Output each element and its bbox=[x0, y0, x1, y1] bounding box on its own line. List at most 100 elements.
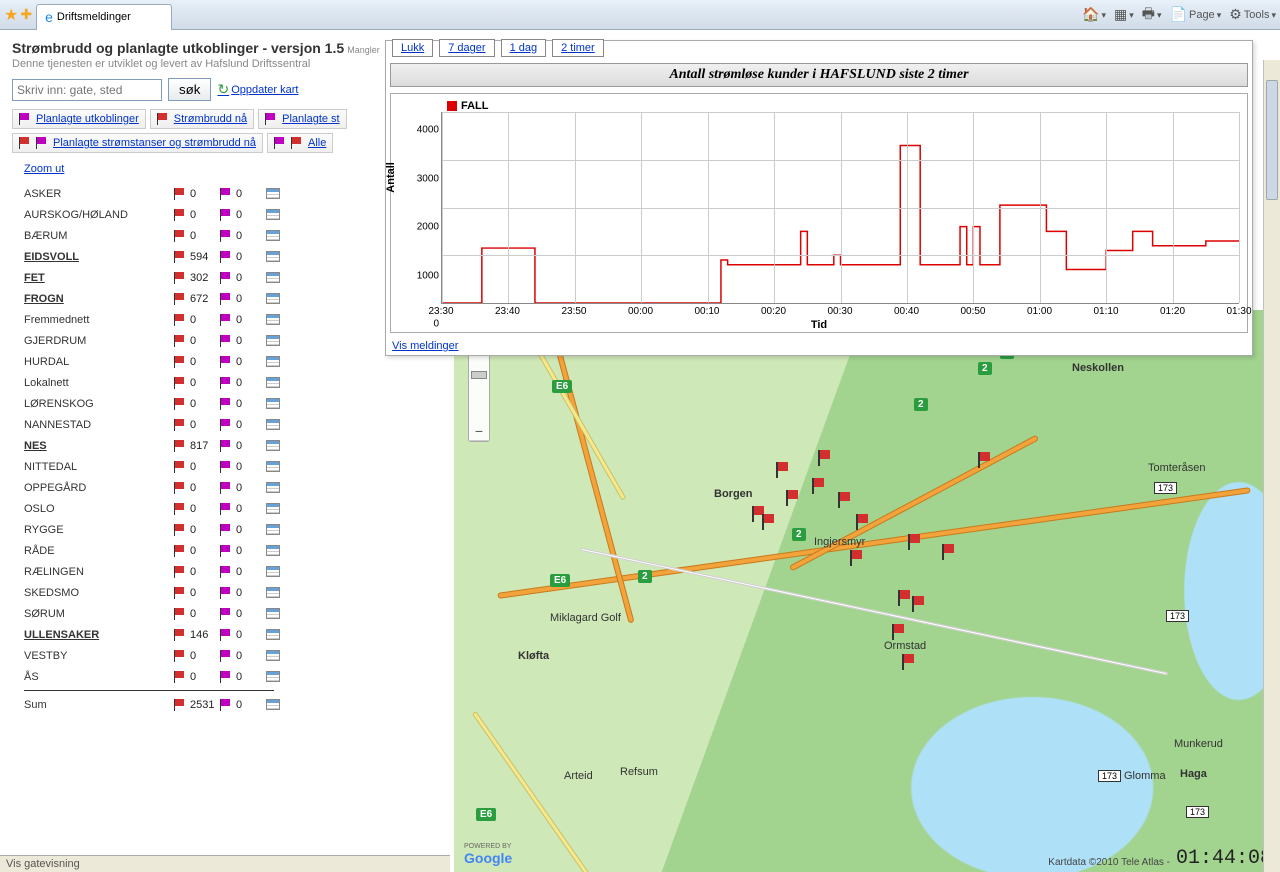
list-icon[interactable] bbox=[266, 251, 280, 262]
municipality-row[interactable]: SØRUM00 bbox=[24, 603, 438, 624]
list-icon[interactable] bbox=[266, 272, 280, 283]
list-icon[interactable] bbox=[266, 356, 280, 367]
list-icon[interactable] bbox=[266, 503, 280, 514]
outage-flag-icon[interactable] bbox=[910, 596, 928, 612]
tools-menu[interactable]: ⚙Tools bbox=[1229, 6, 1276, 23]
outage-flag-icon[interactable] bbox=[900, 654, 918, 670]
municipality-row[interactable]: RÅDE00 bbox=[24, 540, 438, 561]
municipality-row[interactable]: RÆLINGEN00 bbox=[24, 561, 438, 582]
list-icon[interactable] bbox=[266, 566, 280, 577]
municipality-row[interactable]: OPPEGÅRD00 bbox=[24, 477, 438, 498]
list-icon[interactable] bbox=[266, 650, 280, 661]
municipality-row[interactable]: Lokalnett00 bbox=[24, 372, 438, 393]
list-icon[interactable] bbox=[266, 398, 280, 409]
municipality-row[interactable]: VESTBY00 bbox=[24, 645, 438, 666]
municipality-row[interactable]: NANNESTAD00 bbox=[24, 414, 438, 435]
list-icon[interactable] bbox=[266, 671, 280, 682]
outage-flag-icon[interactable] bbox=[760, 514, 778, 530]
filter-all[interactable]: Alle bbox=[267, 133, 333, 153]
home-menu[interactable]: 🏠 bbox=[1082, 6, 1106, 23]
outage-flag-icon[interactable] bbox=[836, 492, 854, 508]
municipality-row[interactable]: GJERDRUM00 bbox=[24, 330, 438, 351]
outage-flag-icon[interactable] bbox=[816, 450, 834, 466]
vertical-scrollbar[interactable] bbox=[1263, 60, 1280, 872]
browser-tab[interactable]: e Driftsmeldinger bbox=[36, 4, 172, 30]
update-map-link[interactable]: ↻ Oppdater kart bbox=[217, 81, 298, 98]
outage-flag-icon[interactable] bbox=[810, 478, 828, 494]
outage-flag-icon[interactable] bbox=[854, 514, 872, 530]
filter-planned[interactable]: Planlagte utkoblinger bbox=[12, 109, 146, 129]
list-icon[interactable] bbox=[266, 587, 280, 598]
municipality-name: Lokalnett bbox=[24, 377, 174, 389]
municipality-name: NANNESTAD bbox=[24, 419, 174, 431]
chart-tab-1d[interactable]: 1 dag bbox=[501, 39, 547, 57]
feeds-menu[interactable]: ▦ bbox=[1114, 6, 1134, 23]
list-icon[interactable] bbox=[266, 629, 280, 640]
list-icon[interactable] bbox=[266, 524, 280, 535]
print-menu[interactable]: 🖶 bbox=[1142, 3, 1162, 27]
list-icon[interactable] bbox=[266, 482, 280, 493]
municipality-row[interactable]: ASKER00 bbox=[24, 183, 438, 204]
zoom-out-link[interactable]: Zoom ut bbox=[24, 163, 64, 175]
vis-meldinger-link[interactable]: Vis meldinger bbox=[386, 337, 464, 355]
flag-purple-icon bbox=[220, 356, 234, 368]
list-icon[interactable] bbox=[266, 188, 280, 199]
list-icon[interactable] bbox=[266, 230, 280, 241]
filter-planned-and-now[interactable]: Planlagte strømstanser og strømbrudd nå bbox=[12, 133, 263, 153]
flag-red-icon bbox=[174, 671, 188, 683]
municipality-row[interactable]: HURDAL00 bbox=[24, 351, 438, 372]
list-icon[interactable] bbox=[266, 608, 280, 619]
municipality-row[interactable]: FET3020 bbox=[24, 267, 438, 288]
municipality-row[interactable]: AURSKOG/HØLAND00 bbox=[24, 204, 438, 225]
list-icon[interactable] bbox=[266, 293, 280, 304]
municipality-row[interactable]: NITTEDAL00 bbox=[24, 456, 438, 477]
municipality-row[interactable]: ÅS00 bbox=[24, 666, 438, 687]
list-icon[interactable] bbox=[266, 377, 280, 388]
filter-planned-st[interactable]: Planlagte st bbox=[258, 109, 346, 129]
municipality-row[interactable]: OSLO00 bbox=[24, 498, 438, 519]
favorites-star-icon[interactable]: ★ bbox=[4, 5, 18, 25]
municipality-row[interactable]: EIDSVOLL5940 bbox=[24, 246, 438, 267]
outage-flag-icon[interactable] bbox=[906, 534, 924, 550]
outage-flag-icon[interactable] bbox=[940, 544, 958, 560]
search-input[interactable] bbox=[12, 79, 162, 101]
outage-flag-icon[interactable] bbox=[784, 490, 802, 506]
list-icon[interactable] bbox=[266, 209, 280, 220]
list-icon[interactable] bbox=[266, 314, 280, 325]
add-favorite-icon[interactable]: ✚ bbox=[20, 6, 32, 23]
municipality-row[interactable]: NES8170 bbox=[24, 435, 438, 456]
road-shield-e6: E6 bbox=[552, 380, 572, 393]
outage-flag-icon[interactable] bbox=[848, 550, 866, 566]
list-icon[interactable] bbox=[266, 461, 280, 472]
chart-tab-7d[interactable]: 7 dager bbox=[439, 39, 494, 57]
municipality-row[interactable]: Fremmednett00 bbox=[24, 309, 438, 330]
flag-purple-icon bbox=[220, 230, 234, 242]
list-icon[interactable] bbox=[266, 699, 280, 710]
page-menu[interactable]: 📄Page bbox=[1170, 6, 1222, 23]
municipality-row[interactable]: ULLENSAKER1460 bbox=[24, 624, 438, 645]
municipality-row[interactable]: BÆRUM00 bbox=[24, 225, 438, 246]
zoom-handle[interactable] bbox=[471, 371, 487, 379]
list-icon[interactable] bbox=[266, 335, 280, 346]
outage-flag-icon[interactable] bbox=[976, 452, 994, 468]
purple-count: 0 bbox=[236, 671, 258, 683]
outage-flag-icon[interactable] bbox=[774, 462, 792, 478]
chart-tab-close[interactable]: Lukk bbox=[392, 39, 433, 57]
purple-count: 0 bbox=[236, 293, 258, 305]
scrollbar-thumb[interactable] bbox=[1266, 80, 1278, 200]
chart-tab-2h[interactable]: 2 timer bbox=[552, 39, 604, 57]
municipality-row[interactable]: LØRENSKOG00 bbox=[24, 393, 438, 414]
municipality-row[interactable]: FROGN6720 bbox=[24, 288, 438, 309]
municipality-row[interactable]: RYGGE00 bbox=[24, 519, 438, 540]
filter-outage-now[interactable]: Strømbrudd nå bbox=[150, 109, 254, 129]
list-icon[interactable] bbox=[266, 419, 280, 430]
municipality-row[interactable]: SKEDSMO00 bbox=[24, 582, 438, 603]
map[interactable]: E6 E6 E6 2 2 2 2 2 173 173 173 173 Nesko… bbox=[454, 310, 1280, 872]
red-count: 817 bbox=[190, 440, 212, 452]
map-label: Ormstad bbox=[884, 640, 926, 652]
list-icon[interactable] bbox=[266, 440, 280, 451]
outage-flag-icon[interactable] bbox=[890, 624, 908, 640]
list-icon[interactable] bbox=[266, 545, 280, 556]
search-button[interactable]: søk bbox=[168, 78, 211, 101]
zoom-out-button[interactable]: − bbox=[469, 421, 489, 441]
